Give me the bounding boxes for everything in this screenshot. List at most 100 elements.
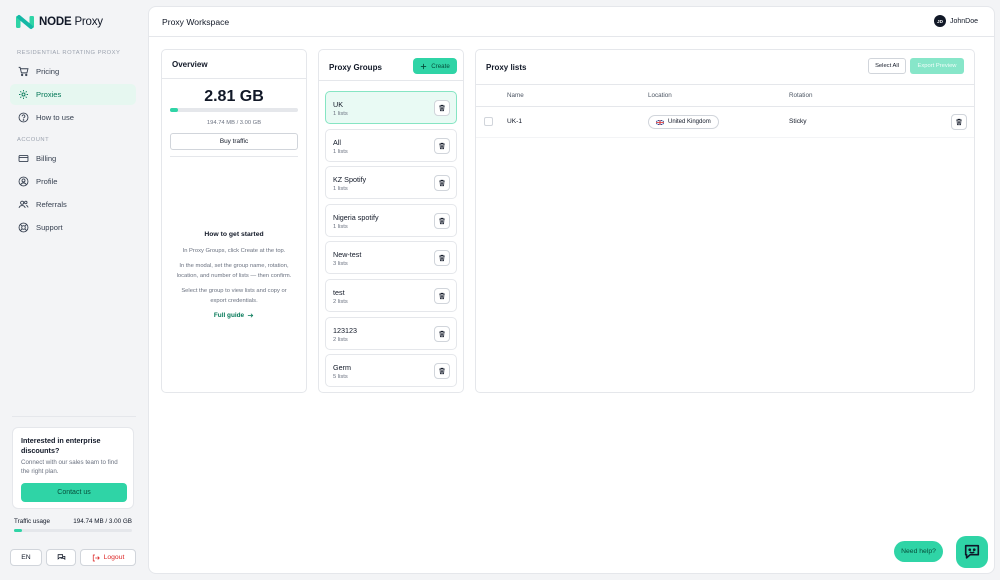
uk-flag-icon — [656, 119, 664, 125]
traffic-usage-label: Traffic usage — [14, 518, 51, 525]
trash-icon — [439, 180, 445, 187]
sidebar-item-pricing[interactable]: Pricing — [10, 61, 136, 82]
full-guide-link[interactable]: Full guide — [162, 312, 306, 319]
cart-icon — [18, 66, 29, 77]
enterprise-promo-card: Interested in enterprise discounts? Conn… — [12, 427, 134, 509]
group-list-count: 2 lists — [333, 299, 348, 305]
sidebar-item-how-to-use[interactable]: How to use — [10, 107, 136, 128]
plus-icon — [421, 63, 427, 69]
delete-group-button[interactable] — [434, 175, 450, 192]
chat-widget-button[interactable] — [956, 536, 988, 568]
create-group-button[interactable]: Create — [413, 58, 457, 74]
sidebar-item-label: Pricing — [36, 67, 60, 76]
group-name: Germ — [333, 363, 351, 373]
group-card[interactable]: KZ Spotify 1 lists — [325, 166, 457, 200]
buy-traffic-button[interactable]: Buy traffic — [170, 133, 298, 150]
arrow-right-icon — [247, 313, 254, 318]
getting-started-step-1: In Proxy Groups, click Create at the top… — [182, 248, 286, 254]
chat-bot-icon — [964, 544, 980, 559]
logout-icon — [92, 554, 100, 561]
delete-group-button[interactable] — [434, 100, 450, 116]
sidebar-item-billing[interactable]: Billing — [10, 148, 136, 169]
language-button[interactable]: EN — [10, 549, 42, 566]
users-icon — [18, 200, 29, 209]
proxy-lists-title: Proxy lists — [486, 63, 527, 72]
logout-button[interactable]: Logout — [80, 549, 136, 566]
trash-icon — [439, 142, 445, 149]
location-label: United Kingdom — [668, 119, 711, 125]
sidebar-item-support[interactable]: Support — [10, 217, 136, 238]
delete-group-button[interactable] — [434, 250, 450, 267]
group-list-count: 1 lists — [333, 186, 348, 193]
page-title: Proxy Workspace — [162, 17, 230, 27]
sidebar-item-label: Billing — [36, 154, 57, 163]
help-circle-icon — [18, 112, 29, 123]
traffic-usage-bar — [14, 529, 132, 532]
delete-group-button[interactable] — [434, 212, 450, 229]
promo-title: Interested in enterprise discounts? — [21, 436, 101, 455]
main-workspace: Proxy Workspace JD JohnDoe Overview 2.81… — [148, 6, 995, 574]
row-checkbox[interactable] — [484, 117, 493, 126]
group-name: test — [333, 288, 345, 297]
delete-group-button[interactable] — [434, 363, 450, 380]
node-logo-icon — [16, 15, 34, 29]
column-header-location: Location — [648, 92, 672, 99]
sidebar-item-referrals[interactable]: Referrals — [10, 194, 136, 215]
export-preview-button[interactable]: Export Preview — [910, 58, 964, 74]
delete-group-button[interactable] — [434, 137, 450, 154]
sidebar-item-label: Support — [36, 223, 63, 232]
column-header-name: Name — [507, 92, 524, 99]
create-label: Create — [431, 62, 450, 70]
user-name: JohnDoe — [949, 17, 978, 25]
section-label-account: ACCOUNT — [17, 137, 50, 143]
top-bar: Proxy Workspace JD JohnDoe — [149, 7, 994, 37]
trash-icon — [439, 292, 445, 300]
traffic-remaining-value: 2.81 GB — [204, 88, 264, 105]
delete-list-button[interactable] — [951, 114, 967, 130]
sidebar: NODE Proxy RESIDENTIAL ROTATING PROXY Pr… — [0, 0, 148, 580]
group-list-count: 3 lists — [333, 261, 348, 268]
avatar: JD — [933, 15, 946, 27]
sidebar-divider — [12, 416, 136, 417]
sidebar-item-label: How to use — [36, 113, 74, 122]
chat-toggle-button[interactable] — [46, 549, 76, 566]
row-rotation: Sticky — [789, 118, 807, 125]
contact-us-button[interactable]: Contact us — [21, 483, 127, 502]
overview-usage-fill — [170, 108, 179, 112]
brand-logo[interactable]: NODE Proxy — [16, 14, 103, 30]
delete-group-button[interactable] — [434, 325, 450, 342]
group-list-count: 1 lists — [333, 148, 348, 155]
overview-usage-bar — [170, 108, 298, 112]
group-card[interactable]: Nigeria spotify 1 lists — [325, 203, 457, 237]
group-list-count: 2 lists — [333, 336, 348, 343]
sidebar-item-proxies[interactable]: Proxies — [10, 84, 136, 105]
group-card[interactable]: All 1 lists — [325, 128, 457, 162]
trash-icon — [439, 330, 445, 337]
group-name: All — [333, 137, 341, 147]
delete-group-button[interactable] — [434, 288, 450, 304]
sidebar-item-label: Profile — [36, 177, 58, 186]
group-name: Nigeria spotify — [333, 212, 379, 222]
group-list-count: 1 lists — [333, 223, 348, 230]
overview-usage-text: 194.74 MB / 3.00 GB — [206, 120, 262, 126]
need-help-button[interactable]: Need help? — [894, 541, 943, 562]
group-card[interactable]: UK 1 lists — [325, 91, 457, 124]
group-card[interactable]: New-test 3 lists — [325, 241, 457, 275]
sidebar-item-profile[interactable]: Profile — [10, 171, 136, 192]
select-all-button[interactable]: Select All — [868, 58, 906, 74]
group-card[interactable]: test 2 lists — [325, 279, 457, 312]
trash-icon — [439, 368, 445, 375]
location-badge: United Kingdom — [648, 115, 719, 129]
group-list-count: 5 lists — [333, 374, 348, 381]
trash-icon — [439, 104, 445, 112]
groups-header-divider — [319, 80, 463, 81]
lifebuoy-icon — [18, 222, 29, 233]
overview-panel: Overview 2.81 GB 194.74 MB / 3.00 GB Buy… — [161, 49, 307, 393]
group-name: 123123 — [333, 325, 357, 335]
promo-text: Connect with our sales team to find the … — [21, 459, 118, 475]
group-card[interactable]: 123123 2 lists — [325, 316, 457, 350]
user-menu[interactable]: JD JohnDoe — [933, 15, 978, 27]
traffic-usage-value: 194.74 MB / 3.00 GB — [73, 518, 132, 525]
group-card[interactable]: Germ 5 lists — [325, 354, 457, 388]
row-name: UK-1 — [507, 118, 523, 125]
